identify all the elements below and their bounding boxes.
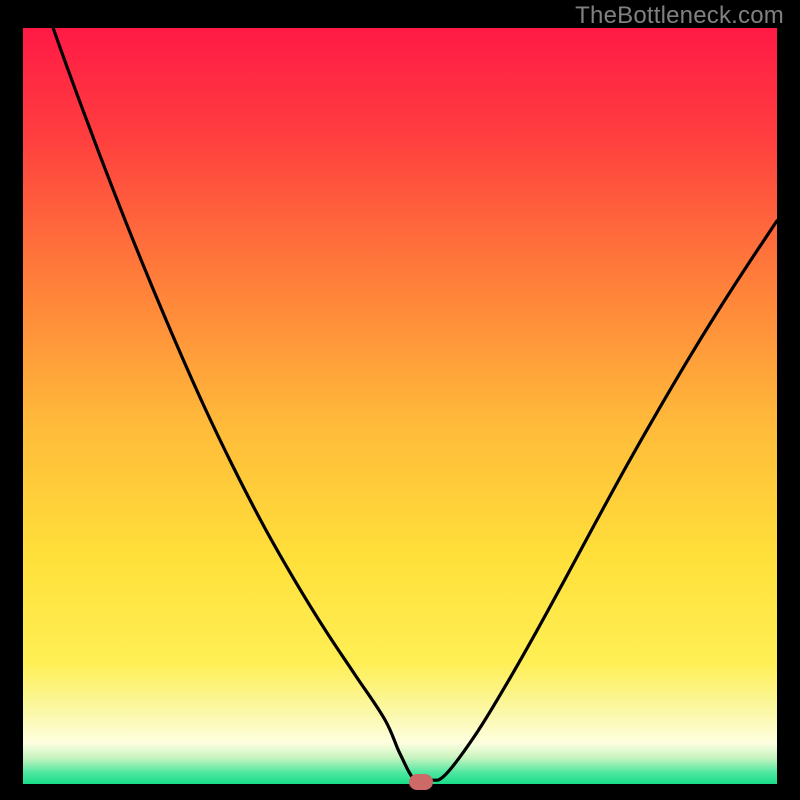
plot-area bbox=[23, 28, 777, 784]
attribution-label: TheBottleneck.com bbox=[575, 2, 784, 30]
plot-svg bbox=[23, 28, 777, 784]
optimal-marker bbox=[409, 774, 433, 790]
gradient-background bbox=[23, 28, 777, 784]
chart-frame: TheBottleneck.com bbox=[0, 0, 800, 800]
